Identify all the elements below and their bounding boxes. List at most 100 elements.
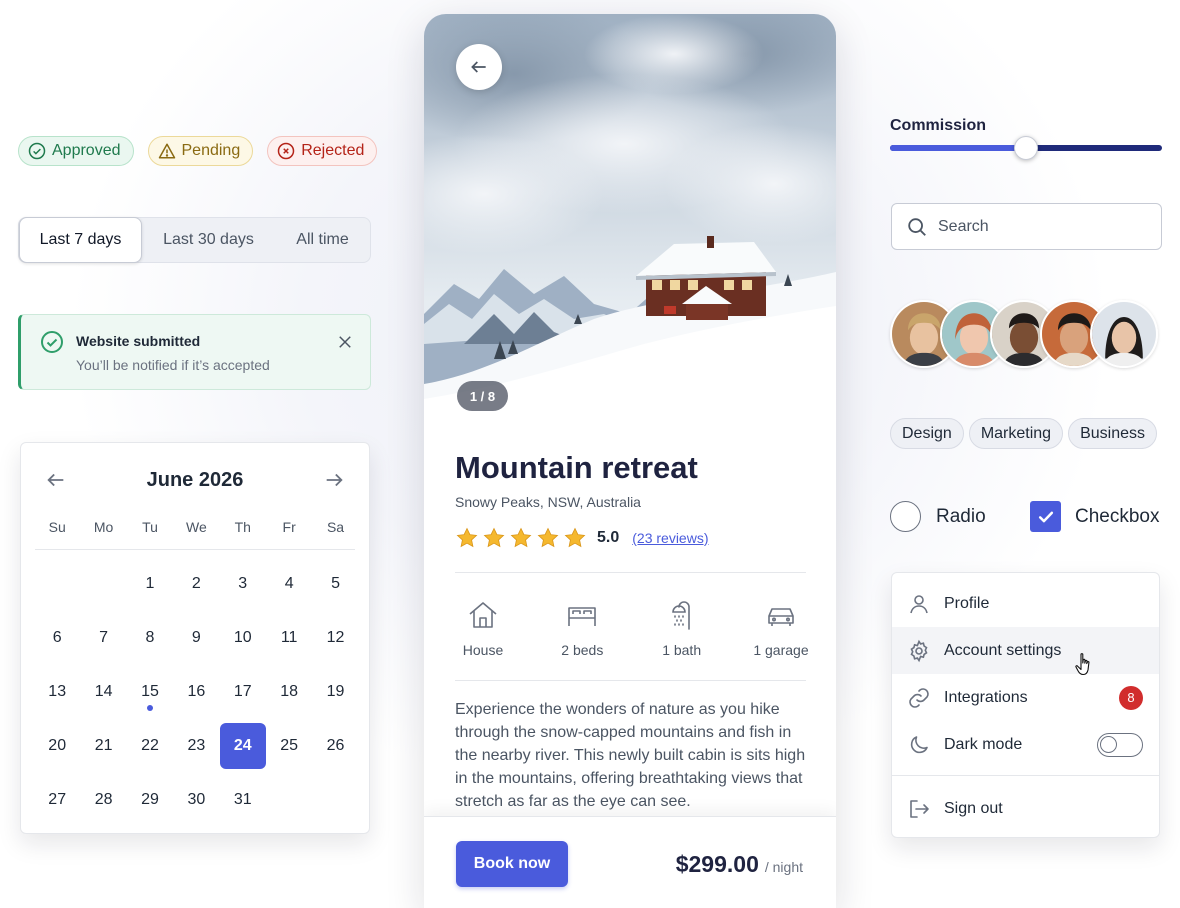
commission-slider[interactable] bbox=[890, 136, 1162, 160]
menu-item-integrations[interactable]: Integrations 8 bbox=[892, 674, 1159, 721]
tag-design[interactable]: Design bbox=[890, 418, 964, 449]
calendar-day-number: 13 bbox=[48, 683, 67, 700]
calendar-day-9[interactable]: 9 bbox=[173, 611, 219, 665]
calendar-day-number: 5 bbox=[331, 575, 340, 592]
calendar-day-number: 21 bbox=[94, 737, 113, 754]
calendar-day-24[interactable]: 24 bbox=[219, 719, 266, 773]
calendar-day-8[interactable]: 8 bbox=[127, 611, 173, 665]
alert-title: Website submitted bbox=[76, 333, 201, 349]
calendar-day-11[interactable]: 11 bbox=[266, 611, 312, 665]
star-icon bbox=[510, 527, 532, 548]
radio-option[interactable]: Radio bbox=[890, 501, 986, 532]
calendar-day-19[interactable]: 19 bbox=[312, 665, 358, 719]
segment-all-time[interactable]: All time bbox=[275, 217, 370, 263]
tag-marketing[interactable]: Marketing bbox=[968, 418, 1064, 449]
calendar-day-number: 9 bbox=[191, 629, 201, 646]
calendar-day-3[interactable]: 3 bbox=[220, 557, 266, 611]
menu-item-dark-mode[interactable]: Dark mode bbox=[892, 721, 1159, 768]
listing-photo: 1 / 8 bbox=[424, 14, 836, 427]
arrow-right-icon[interactable] bbox=[323, 469, 345, 491]
calendar-day-5[interactable]: 5 bbox=[312, 557, 358, 611]
close-icon[interactable] bbox=[336, 333, 354, 351]
weekday-label: Tu bbox=[142, 519, 158, 535]
calendar-day-number: 28 bbox=[94, 791, 113, 808]
calendar-day-number: 8 bbox=[145, 629, 155, 646]
commission-label: Commission bbox=[890, 117, 987, 134]
x-circle-icon bbox=[277, 142, 295, 160]
feature-house-label: House bbox=[462, 642, 504, 658]
calendar-day-17[interactable]: 17 bbox=[220, 665, 266, 719]
search-icon bbox=[908, 217, 926, 236]
calendar-day-23[interactable]: 23 bbox=[173, 719, 219, 773]
checkbox[interactable] bbox=[1030, 501, 1061, 532]
calendar-day-number: 6 bbox=[52, 629, 62, 646]
calendar-day-25[interactable]: 25 bbox=[266, 719, 312, 773]
shower-icon bbox=[671, 601, 690, 630]
book-now-button[interactable]: Book now bbox=[456, 841, 568, 887]
avatar[interactable] bbox=[1090, 300, 1158, 368]
back-button[interactable] bbox=[456, 44, 502, 90]
menu-item-label: Integrations bbox=[944, 688, 1028, 706]
calendar-day-number: 22 bbox=[141, 737, 159, 754]
menu-item-label: Dark mode bbox=[944, 735, 1023, 753]
calendar-day-1[interactable]: 1 bbox=[127, 557, 173, 611]
menu-divider bbox=[892, 775, 1159, 776]
calendar-day-number: 15 bbox=[141, 683, 159, 700]
calendar-day-6[interactable]: 6 bbox=[34, 611, 80, 665]
segment-last-30-days[interactable]: Last 30 days bbox=[142, 217, 275, 263]
star-icon bbox=[483, 527, 505, 548]
person-portrait bbox=[1092, 302, 1156, 366]
calendar-day-10[interactable]: 10 bbox=[220, 611, 266, 665]
radio-button[interactable] bbox=[890, 501, 921, 532]
calendar-day-14[interactable]: 14 bbox=[80, 665, 126, 719]
calendar-day-number: 16 bbox=[187, 683, 206, 700]
check-circle-icon bbox=[41, 331, 63, 353]
menu-item-label: Profile bbox=[944, 594, 990, 612]
calendar-day-4[interactable]: 4 bbox=[266, 557, 312, 611]
slider-fill bbox=[890, 145, 1026, 151]
checkbox-option[interactable]: Checkbox bbox=[1030, 501, 1160, 532]
calendar-day-13[interactable]: 13 bbox=[34, 665, 80, 719]
calendar-day-18[interactable]: 18 bbox=[266, 665, 312, 719]
rejected-badge-label: Rejected bbox=[301, 142, 365, 159]
calendar-day-20[interactable]: 20 bbox=[34, 719, 80, 773]
calendar-day-7[interactable]: 7 bbox=[80, 611, 126, 665]
calendar-day-2[interactable]: 2 bbox=[173, 557, 219, 611]
calendar-day-27[interactable]: 27 bbox=[34, 773, 80, 827]
reviews-link[interactable]: (23 reviews) bbox=[632, 530, 708, 546]
calendar-day-number: 27 bbox=[48, 791, 67, 808]
calendar-day-21[interactable]: 21 bbox=[80, 719, 126, 773]
menu-item-sign-out[interactable]: Sign out bbox=[892, 785, 1159, 832]
price-unit: / night bbox=[764, 859, 803, 875]
calendar-day-29[interactable]: 29 bbox=[127, 773, 173, 827]
warning-triangle-icon bbox=[158, 143, 175, 159]
segment-last-7-days[interactable]: Last 7 days bbox=[19, 217, 142, 263]
calendar-empty-cell bbox=[34, 557, 80, 611]
listing-card: 1 / 8 Mountain retreat Snowy Peaks, NSW,… bbox=[424, 14, 836, 908]
search-field[interactable] bbox=[891, 203, 1162, 250]
calendar-day-12[interactable]: 12 bbox=[312, 611, 358, 665]
dark-mode-toggle[interactable] bbox=[1097, 732, 1143, 757]
calendar-day-16[interactable]: 16 bbox=[173, 665, 219, 719]
rating-score: 5.0 bbox=[597, 529, 620, 546]
menu-item-profile[interactable]: Profile bbox=[892, 580, 1159, 627]
calendar-divider bbox=[35, 549, 355, 550]
calendar-day-30[interactable]: 30 bbox=[173, 773, 219, 827]
feature-house: House bbox=[442, 598, 524, 658]
calendar-day-number: 25 bbox=[280, 737, 299, 754]
star-icon bbox=[456, 527, 478, 548]
tag-business[interactable]: Business bbox=[1068, 418, 1157, 449]
slider-thumb[interactable] bbox=[1014, 136, 1038, 160]
menu-item-label: Account settings bbox=[944, 641, 1062, 659]
menu-item-account-settings[interactable]: Account settings bbox=[892, 627, 1159, 674]
calendar-day-15[interactable]: 15 bbox=[127, 665, 173, 719]
check-circle-icon bbox=[28, 142, 46, 160]
calendar-day-31[interactable]: 31 bbox=[220, 773, 266, 827]
radio-label: Radio bbox=[936, 505, 986, 527]
calendar-day-28[interactable]: 28 bbox=[80, 773, 126, 827]
calendar-day-22[interactable]: 22 bbox=[127, 719, 173, 773]
calendar-day-26[interactable]: 26 bbox=[312, 719, 358, 773]
sign-out-icon bbox=[910, 799, 929, 818]
search-input[interactable] bbox=[938, 217, 1138, 236]
event-dot bbox=[146, 705, 153, 711]
